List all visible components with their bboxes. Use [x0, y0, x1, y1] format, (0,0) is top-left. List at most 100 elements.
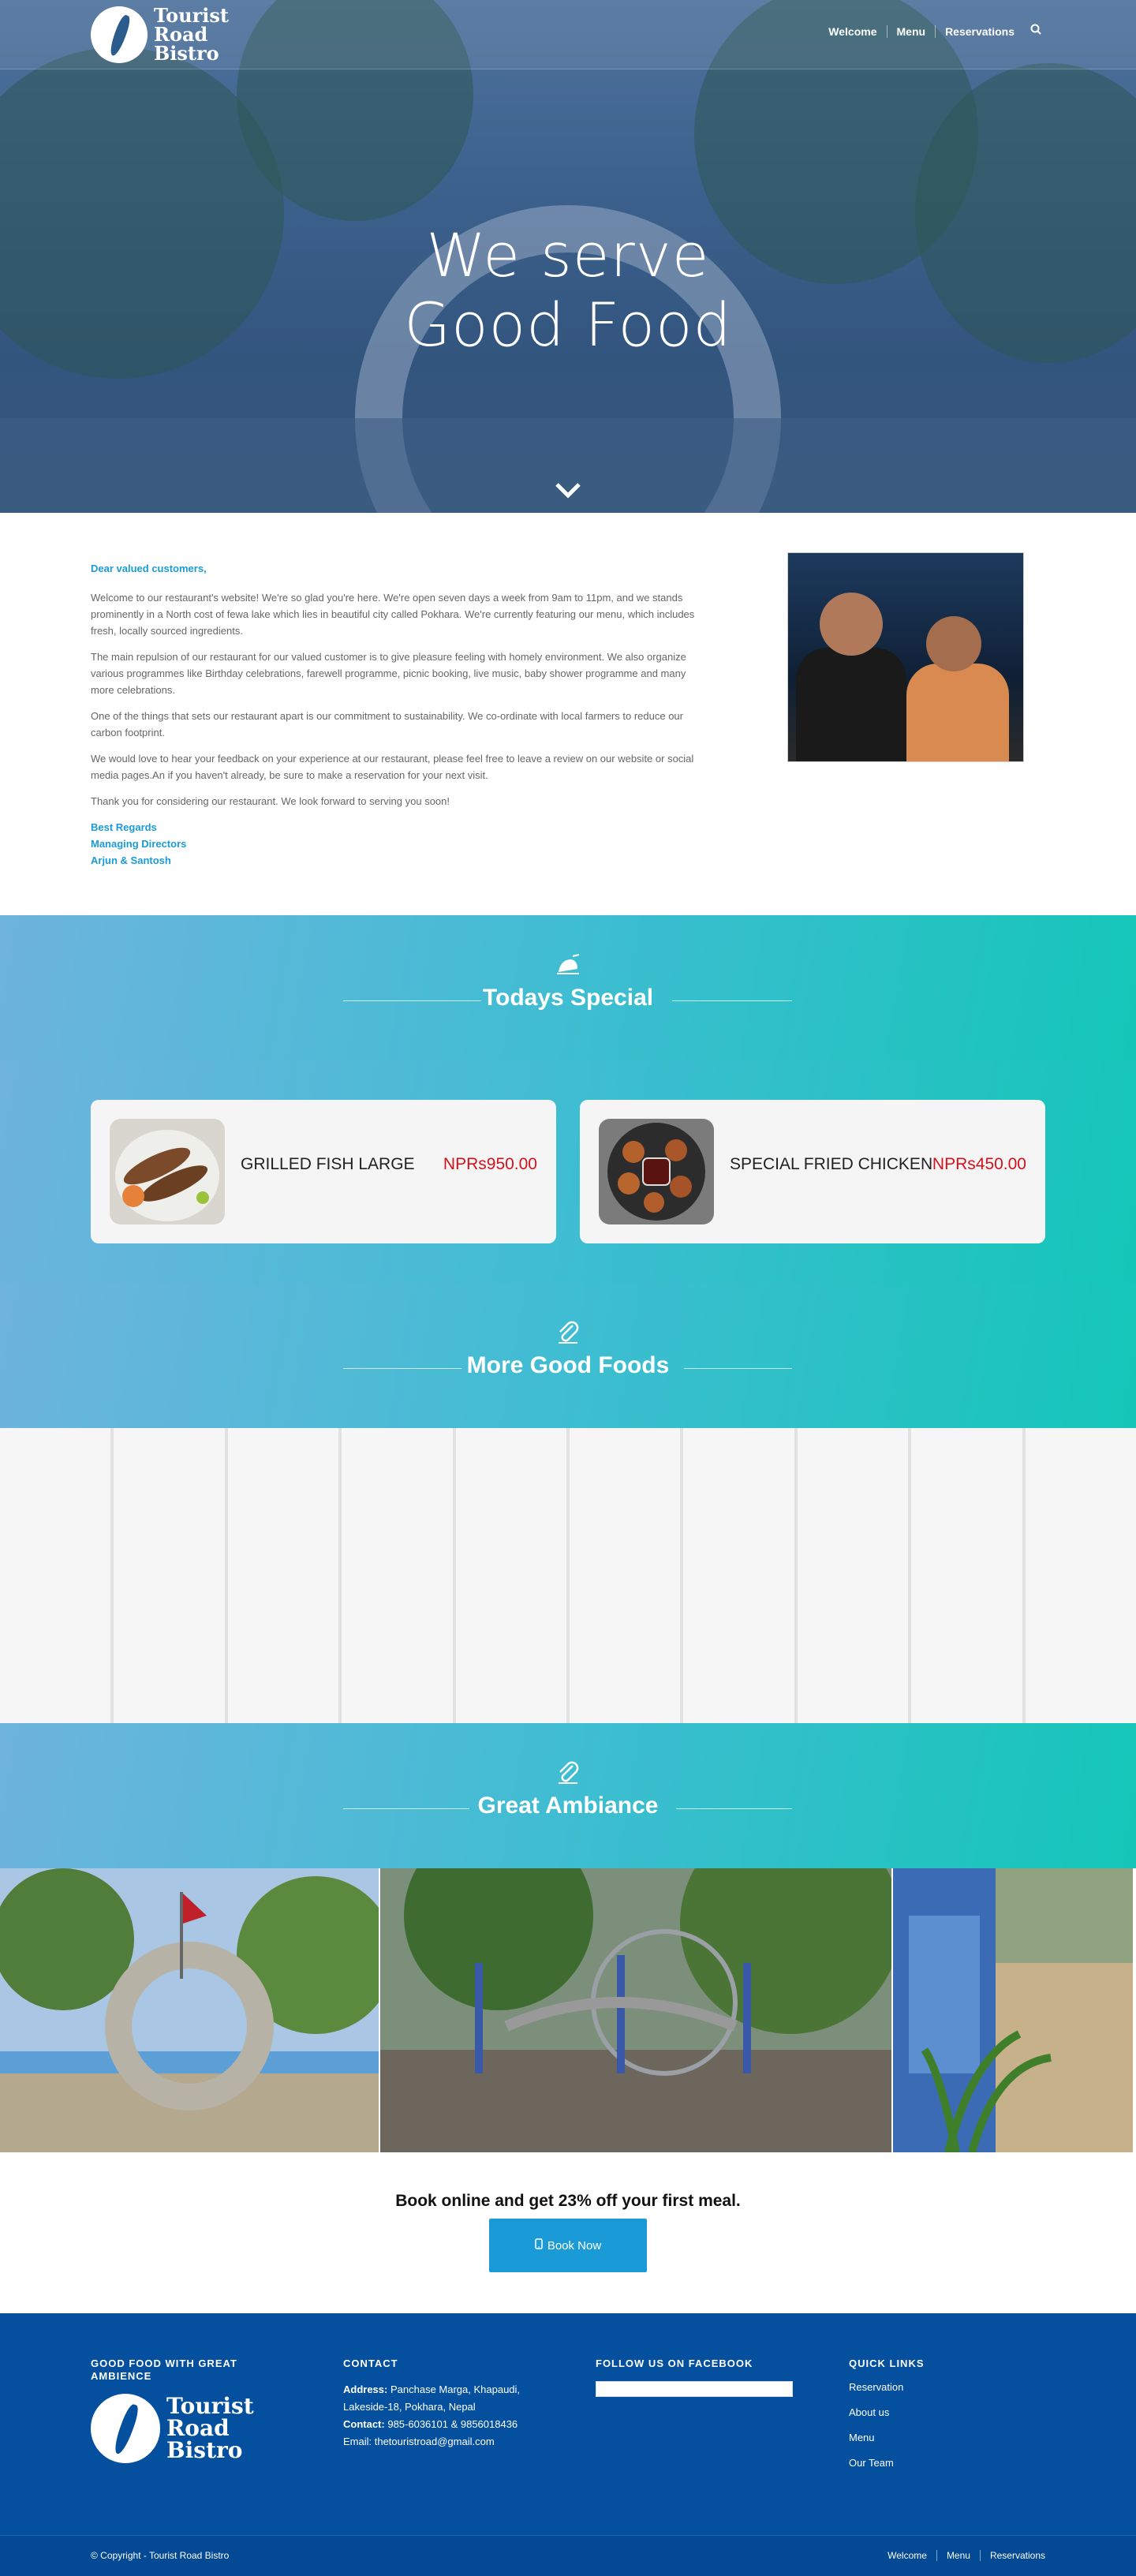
logo-line-3: Bistro	[154, 42, 219, 65]
footer-address-line-2: Lakeside-18, Pokhara, Nepal	[343, 2401, 476, 2413]
person-head	[926, 616, 981, 671]
fried-chicken-image	[599, 1119, 714, 1224]
intro-paragraph: One of the things that sets our restaura…	[91, 710, 683, 738]
owners-photo	[787, 552, 1024, 762]
logo-mark-icon	[91, 6, 148, 63]
nav-welcome[interactable]: Welcome	[819, 24, 888, 38]
logo-text: Tourist Road Bistro	[154, 6, 229, 63]
dish-cloche-icon	[555, 953, 581, 978]
book-now-label: Book Now	[547, 2238, 602, 2253]
food-gallery-tile[interactable]	[1025, 1428, 1136, 1723]
specials-section: GRILLED FISH LARGE NPRs950.00 SPECIAL FR…	[0, 1060, 1136, 1283]
book-now-button[interactable]: Book Now	[489, 2219, 647, 2272]
special-item-card[interactable]: GRILLED FISH LARGE NPRs950.00	[91, 1100, 556, 1243]
todays-special-heading-band: Todays Special	[0, 915, 1136, 1060]
special-item-price: NPRs450.00	[932, 1155, 1026, 1173]
footer-heading: GOOD FOOD WITH GREAT AMBIENCE	[91, 2357, 237, 2382]
section-title: Todays Special	[482, 985, 654, 1011]
address-line-1: Panchase Marga, Khapaudi,	[390, 2383, 521, 2395]
welcome-section: Dear valued customers, Welcome to our re…	[0, 513, 1136, 915]
special-item-name: SPECIAL FRIED CHICKEN	[730, 1155, 933, 1173]
hero-title-line-2: Good Food	[404, 290, 732, 360]
person-body	[906, 664, 1009, 761]
greeting: Dear valued customers,	[91, 563, 207, 574]
food-gallery-tile[interactable]	[570, 1428, 684, 1723]
booking-headline: Book online and get 23% off your first m…	[395, 2192, 741, 2210]
copyright-nav-reservations[interactable]: Reservations	[981, 2550, 1045, 2561]
great-ambiance-heading-band: Great Ambiance	[0, 1723, 1136, 1868]
logo-line-2: Road	[166, 2415, 230, 2441]
paperclip-icon	[555, 1321, 581, 1346]
signature-title: Managing Directors	[91, 838, 187, 850]
address-label: Address:	[343, 2383, 388, 2395]
signature-regards: Best Regards	[91, 821, 157, 833]
nav-reservations[interactable]: Reservations	[936, 25, 1024, 38]
contact-label: Contact:	[343, 2418, 385, 2430]
footer-heading: FOLLOW US ON FACEBOOK	[596, 2357, 753, 2369]
ambiance-photo[interactable]	[0, 1868, 379, 2152]
footer-logo-text: Tourist Road Bistro	[166, 2395, 254, 2462]
intro-paragraph: Welcome to our restaurant's website! We'…	[91, 592, 695, 637]
special-item-price: NPRs950.00	[443, 1155, 537, 1173]
grilled-fish-image	[110, 1119, 225, 1224]
hero-title-line-1: We serve	[426, 220, 710, 290]
section-title: Great Ambiance	[477, 1793, 659, 1819]
ambiance-photo[interactable]	[379, 1868, 893, 2152]
logo-line-1: Tourist	[166, 2393, 254, 2419]
ambiance-gallery	[0, 1868, 1136, 2152]
intro-paragraph: Thank you for considering our restaurant…	[91, 795, 450, 807]
top-navigation-bar: Tourist Road Bistro Welcome Menu Reserva…	[0, 0, 1136, 69]
quick-link-our-team[interactable]: Our Team	[849, 2451, 1038, 2476]
mobile-phone-icon	[535, 2238, 543, 2253]
main-nav: Welcome Menu Reservations	[819, 24, 1041, 39]
food-gallery-tile[interactable]	[455, 1428, 570, 1723]
footer-about-column: GOOD FOOD WITH GREAT AMBIENCE Tourist Ro…	[91, 2357, 264, 2463]
quick-link-reservation[interactable]: Reservation	[849, 2375, 1038, 2400]
logo-mark-icon	[91, 2394, 160, 2463]
copyright-nav-menu[interactable]: Menu	[937, 2550, 981, 2561]
scroll-down-chevron-icon[interactable]	[552, 481, 584, 500]
food-gallery-tile[interactable]	[114, 1428, 228, 1723]
more-good-foods-heading-band: More Good Foods	[0, 1283, 1136, 1428]
footer-heading: CONTACT	[343, 2357, 398, 2369]
nav-menu[interactable]: Menu	[888, 24, 936, 38]
food-gallery-tile[interactable]	[342, 1428, 456, 1723]
footer-logo[interactable]: Tourist Road Bistro	[91, 2394, 264, 2463]
footer-email[interactable]: Email: thetouristroad@gmail.com	[343, 2433, 548, 2451]
copyright-text: © Copyright - Tourist Road Bistro	[91, 2550, 230, 2561]
food-gallery-grid	[0, 1428, 1136, 1723]
hero-section: Tourist Road Bistro Welcome Menu Reserva…	[0, 0, 1136, 513]
special-item-card[interactable]: SPECIAL FRIED CHICKEN NPRs450.00	[580, 1100, 1045, 1243]
copyright-bar: © Copyright - Tourist Road Bistro Welcom…	[0, 2535, 1136, 2576]
person-body	[796, 648, 906, 761]
food-gallery-tile[interactable]	[0, 1428, 114, 1723]
logo-line-3: Bistro	[166, 2437, 243, 2463]
quick-link-about-us[interactable]: About us	[849, 2400, 1038, 2425]
site-logo[interactable]: Tourist Road Bistro	[91, 6, 229, 63]
contact-phone: 985-6036101 & 9856018436	[387, 2418, 518, 2430]
ambiance-photo[interactable]	[893, 1868, 1133, 2152]
footer-address: Address: Panchase Marga, Khapaudi,	[343, 2381, 548, 2398]
food-gallery-tile[interactable]	[797, 1428, 912, 1723]
site-footer: GOOD FOOD WITH GREAT AMBIENCE Tourist Ro…	[0, 2313, 1136, 2535]
hero-title: We serve Good Food	[0, 221, 1136, 360]
food-gallery-tile[interactable]	[227, 1428, 342, 1723]
copyright-nav-welcome[interactable]: Welcome	[878, 2550, 937, 2561]
facebook-widget[interactable]	[596, 2381, 793, 2397]
section-title: More Good Foods	[466, 1352, 670, 1378]
signature-names: Arjun & Santosh	[91, 854, 171, 866]
footer-quick-links-column: QUICK LINKS Reservation About us Menu Ou…	[849, 2357, 1038, 2476]
footer-contact-column: CONTACT Address: Panchase Marga, Khapaud…	[343, 2357, 548, 2451]
booking-cta-section: Book online and get 23% off your first m…	[0, 2152, 1136, 2313]
footer-contact: Contact: 985-6036101 & 9856018436	[343, 2416, 548, 2433]
copyright-nav: Welcome Menu Reservations	[878, 2550, 1045, 2561]
food-gallery-tile[interactable]	[911, 1428, 1026, 1723]
footer-facebook-column: FOLLOW US ON FACEBOOK	[596, 2357, 801, 2397]
intro-paragraph: The main repulsion of our restaurant for…	[91, 651, 686, 696]
welcome-letter: Dear valued customers, Welcome to our re…	[91, 560, 706, 869]
search-icon[interactable]	[1030, 24, 1041, 39]
quick-link-menu[interactable]: Menu	[849, 2425, 1038, 2451]
footer-heading: QUICK LINKS	[849, 2357, 925, 2369]
food-gallery-tile[interactable]	[683, 1428, 798, 1723]
intro-paragraph: We would love to hear your feedback on y…	[91, 753, 694, 781]
